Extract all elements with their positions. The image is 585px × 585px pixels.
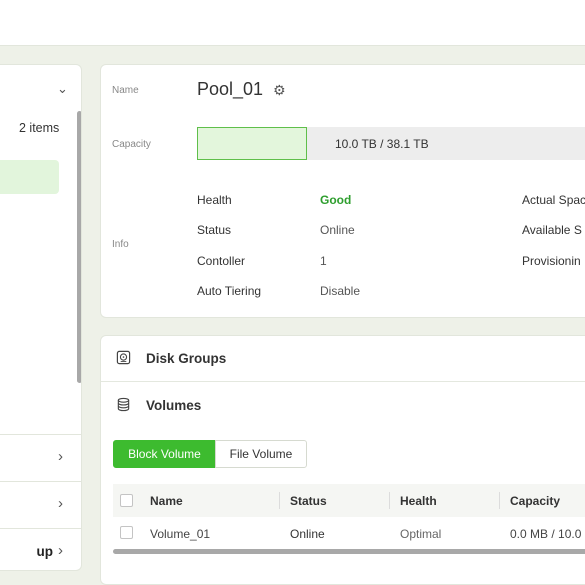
volumes-heading: Volumes [146, 398, 202, 413]
capacity-text: 10.0 TB / 38.1 TB [335, 137, 429, 151]
auto-tiering-value: Disable [320, 284, 361, 298]
cell-health: Optimal [400, 527, 442, 541]
column-divider [499, 492, 500, 509]
cell-status: Online [290, 527, 325, 541]
col-header-name[interactable]: Name [150, 494, 183, 508]
left-nav-row-3[interactable]: up › [0, 528, 81, 570]
health-key: Health [197, 193, 232, 207]
chevron-right-icon: › [58, 495, 63, 512]
health-value: Good [320, 193, 352, 207]
left-panel: ⌄ 2 items › › up › [0, 64, 82, 571]
cell-capacity: 0.0 MB / 10.0 [510, 527, 582, 541]
row-checkbox[interactable] [120, 526, 133, 539]
pool-list-item-selected[interactable] [0, 160, 59, 194]
disk-groups-volumes-card: Disk Groups Volumes Block Volume File Vo… [100, 335, 585, 585]
tab-block-volume[interactable]: Block Volume [113, 440, 216, 468]
volume-table-header: Name Status Health Capacity [113, 484, 585, 517]
tab-file-volume[interactable]: File Volume [215, 440, 307, 468]
left-nav-row-2[interactable]: › [0, 481, 81, 528]
info-label: Info [112, 239, 129, 250]
left-nav-row-label: up [36, 544, 54, 559]
column-divider [279, 492, 280, 509]
chevron-right-icon: › [58, 542, 63, 559]
table-row[interactable]: Volume_01 Online Optimal 0.0 MB / 10.0 [113, 518, 585, 548]
item-count: 2 items [19, 121, 60, 135]
capacity-bar: 10.0 TB / 38.1 TB [197, 127, 585, 160]
pool-name: Pool_01 [197, 79, 264, 99]
provisioning-key: Provisionin [522, 254, 581, 268]
database-icon [117, 397, 130, 412]
top-bar [0, 0, 585, 46]
disk-groups-heading[interactable]: Disk Groups [146, 351, 226, 366]
select-all-checkbox[interactable] [120, 494, 133, 507]
available-space-key: Available S [522, 223, 582, 237]
col-header-health[interactable]: Health [400, 494, 437, 508]
section-divider [101, 381, 585, 382]
table-horizontal-scrollbar[interactable] [113, 549, 585, 554]
disk-icon [116, 350, 131, 365]
capacity-bar-fill [197, 127, 307, 160]
chevron-right-icon: › [58, 448, 63, 465]
chevron-down-icon[interactable]: ⌄ [57, 81, 68, 97]
gear-icon[interactable]: ⚙ [273, 82, 286, 99]
status-value: Online [320, 223, 355, 237]
cell-name: Volume_01 [150, 527, 211, 541]
left-nav-row-1[interactable]: › [0, 434, 81, 481]
status-key: Status [197, 223, 232, 237]
col-header-status[interactable]: Status [290, 494, 327, 508]
controller-value: 1 [320, 254, 327, 268]
name-label: Name [112, 85, 139, 96]
capacity-label: Capacity [112, 139, 151, 150]
left-scrollbar[interactable] [77, 111, 81, 383]
column-divider [389, 492, 390, 509]
pool-info-card: Name Pool_01 ⚙ Capacity 10.0 TB / 38.1 T… [100, 64, 585, 318]
col-header-capacity[interactable]: Capacity [510, 494, 560, 508]
controller-key: Contoller [197, 254, 246, 268]
actual-space-key: Actual Spac [522, 193, 585, 207]
auto-tiering-key: Auto Tiering [197, 284, 262, 298]
